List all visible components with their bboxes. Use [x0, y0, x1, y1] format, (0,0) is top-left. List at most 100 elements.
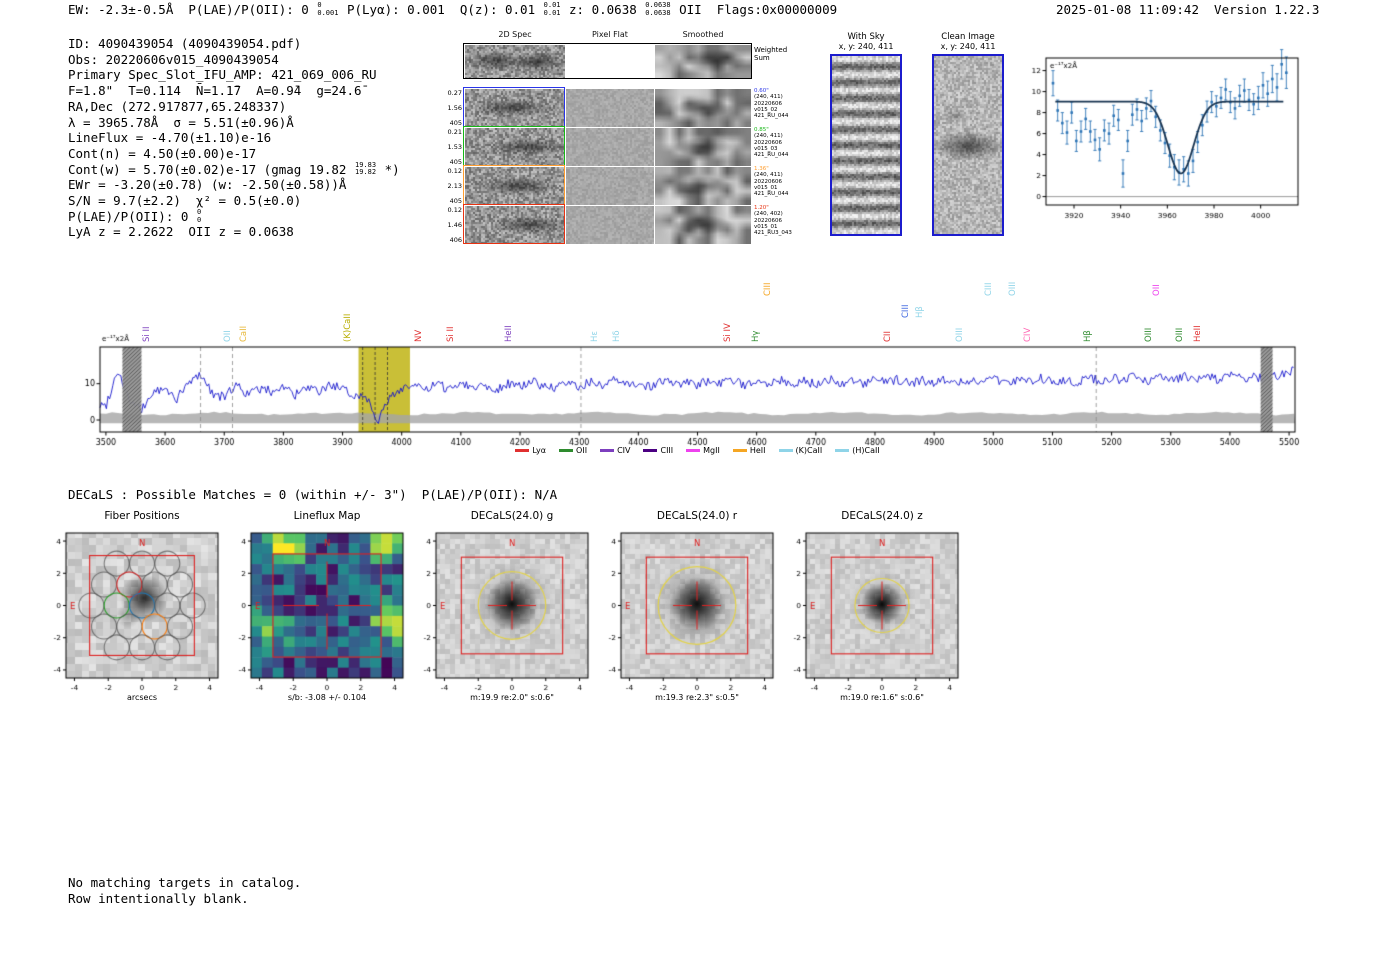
fiber-weight-value: 1.53: [447, 143, 462, 151]
stacked-bottom: 0.01: [543, 8, 561, 17]
cutout-panel-title: Fiber Positions: [104, 510, 180, 522]
summary-line: LineFlux = -4.70(±1.10)e-16: [68, 130, 400, 146]
text-segment: P(LAE)/P(OII): 0: [68, 208, 196, 224]
summary-line: Cont(n) = 4.50(±0.00)e-17: [68, 146, 400, 162]
fiber-2dspec-strip: [465, 206, 565, 244]
fiber-row-annotation: 0.60" (240, 411) 20220606 v015_02 421_RU_044: [754, 88, 814, 119]
text-segment: RA,Dec (272.917877,65.248337): [68, 98, 287, 114]
text-segment: F=1.8" T=0.114 N̄=1.1̄7 A=0.9̄4 g=24.6̄: [68, 83, 362, 99]
stacked-bottom: 0.001: [317, 8, 339, 17]
fiber-id-line: 421_RU_044: [754, 152, 789, 159]
fiber-row-annotation: 1.36" (240, 411) 20220606 v015_01 421_RU_044: [754, 166, 814, 197]
header-metrics: EW: -2.3±-0.5Å P(LAE)/P(OII): 0 0 0.001 P…: [68, 2, 837, 17]
cutout-canvas-image-3: [595, 524, 785, 696]
fiber-id-line: 421_RU3_043: [754, 230, 792, 237]
spectral-line-label: CIII: [984, 282, 995, 296]
fiber-smoothed-strip: [655, 167, 751, 205]
stacked-bottom: 0.0638: [645, 8, 671, 17]
with-sky-title: With Sky: [847, 32, 885, 42]
fiber-row-annotation: 0.85" (240, 411) 20220606 v015_03 421_RU_044: [754, 127, 814, 158]
fiber-row-weights: 0.21 1.53 405: [420, 128, 462, 166]
weighted-sum-label: Weighted Sum: [754, 46, 788, 62]
main-spectrum-canvas: [60, 330, 1310, 455]
text-segment: EW: -2.3±-0.5Å P(LAE)/P(OII): 0: [68, 2, 317, 17]
text-segment: LineFlux = -4.70(±1.10)e-16: [68, 130, 272, 146]
line-fit-canvas: [1028, 45, 1340, 237]
text-segment: S/N = 9.7(±2.2) χ² = 0.5(±0.0): [68, 193, 302, 209]
text-segment: Obs: 20220606v015_4090439054: [68, 51, 279, 67]
fiber-row-weights: 0.12 1.46 406: [420, 206, 462, 244]
stacked-value: 00: [196, 209, 202, 224]
summary-line: S/N = 9.7(±2.2) χ² = 0.5(±0.0): [68, 193, 400, 209]
stacked-value: 19.83 19.82: [354, 162, 377, 177]
fiber-id-line: 421_RU_044: [754, 191, 789, 198]
footer-no-match: No matching targets in catalog.: [68, 875, 302, 890]
text-segment: P(Lyα): 0.001 Q(z): 0.01: [339, 2, 543, 17]
cutout-canvas-lineflux-1: [225, 524, 415, 696]
summary-line: EWr = -3.20(±0.78) (w: -2.50(±0.58))Å: [68, 177, 400, 193]
stacked-bottom: 19.82: [354, 168, 377, 177]
clean-image-title: Clean Image: [941, 32, 995, 42]
summary-line: ID: 4090439054 (4090439054.pdf): [68, 36, 400, 52]
timestamp-version: 2025-01-08 11:09:42 Version 1.22.3: [1056, 2, 1320, 17]
col-header-smoothed: Smoothed: [682, 30, 724, 39]
fiber-2dspec-strip: [465, 167, 565, 205]
text-segment: Cont(w) = 5.70(±0.02)e-17 (gmag 19.82: [68, 161, 354, 177]
stacked-value: 0.01 0.01: [543, 2, 561, 17]
elixer-report-page: EW: -2.3±-0.5Å P(LAE)/P(OII): 0 0 0.001 P…: [0, 0, 1400, 953]
weighted-smoothed-strip: [655, 45, 751, 78]
weighted-2dspec-strip: [465, 45, 565, 78]
stacked-value: 0.0638 0.0638: [645, 2, 671, 17]
fiber-weight-value: 405: [449, 119, 462, 127]
with-sky-canvas: [832, 56, 900, 234]
fiber-row-weights: 0.12 2.13 405: [420, 167, 462, 205]
spectral-line-label: CIII: [901, 304, 912, 318]
fiber-weight-value: 0.12: [447, 167, 462, 175]
stacked-bottom: 0: [196, 215, 202, 224]
fiber-smoothed-strip: [655, 206, 751, 244]
summary-line: Cont(w) = 5.70(±0.02)e-17 (gmag 19.82 19…: [68, 162, 400, 178]
fiber-weight-value: 1.56: [447, 104, 462, 112]
fiber-pixelflat-strip: [566, 89, 654, 127]
with-sky-coords: x, y: 240, 411: [838, 42, 894, 51]
text-segment: Cont(n) = 4.50(±0.00)e-17: [68, 145, 257, 161]
detection-summary: ID: 4090439054 (4090439054.pdf) Obs: 2022…: [68, 36, 400, 240]
fiber-id-line: 421_RU_044: [754, 113, 789, 120]
summary-line: λ = 3965.78Å σ = 5.51(±0.96)Å: [68, 115, 400, 131]
spectral-line-label: OIII: [1008, 281, 1019, 296]
cutout-canvas-image-2: [410, 524, 600, 696]
fiber-smoothed-strip: [655, 89, 751, 127]
text-segment: λ = 3965.78Å σ = 5.51(±0.96)Å: [68, 114, 294, 130]
cutout-panel-title: Lineflux Map: [293, 510, 361, 522]
summary-line: Obs: 20220606v015_4090439054: [68, 52, 400, 68]
text-segment: ID: 4090439054 (4090439054.pdf): [68, 36, 302, 51]
summary-line: Primary Spec_Slot_IFU_AMP: 421_069_006_R…: [68, 67, 400, 83]
fiber-weight-value: 405: [449, 197, 462, 205]
clean-image-coords: x, y: 240, 411: [940, 42, 996, 51]
text-segment: EWr = -3.20(±0.78) (w: -2.50(±0.58))Å: [68, 177, 347, 193]
cutout-panel-title: DECaLS(24.0) r: [656, 510, 738, 522]
fiber-pixelflat-strip: [566, 206, 654, 244]
summary-line: RA,Dec (272.917877,65.248337): [68, 99, 400, 115]
text-segment: z: 0.0638: [561, 2, 645, 17]
decals-matches-header: DECaLS : Possible Matches = 0 (within +/…: [68, 487, 558, 502]
summary-line: LyA z = 2.2622 OII z = 0.0638: [68, 224, 400, 240]
col-header-pixelflat: Pixel Flat: [592, 30, 628, 39]
fiber-smoothed-strip: [655, 128, 751, 166]
fiber-pixelflat-strip: [566, 128, 654, 166]
fiber-2dspec-strip: [465, 89, 565, 127]
spectral-line-label: OII: [1151, 284, 1162, 296]
footer-blank-row: Row intentionally blank.: [68, 891, 249, 906]
summary-line: F=1.8" T=0.114 N̄=1.1̄7 A=0.9̄4 g=24.6̄: [68, 83, 400, 99]
text-segment: LyA z = 2.2622 OII z = 0.0638: [68, 224, 294, 240]
text-segment: Primary Spec_Slot_IFU_AMP: 421_069_006_R…: [68, 67, 377, 83]
fiber-weight-value: 406: [449, 236, 462, 244]
spectral-line-label: CIII: [762, 282, 773, 296]
fiber-weight-value: 0.12: [447, 206, 462, 214]
cutout-panel-title: DECaLS(24.0) z: [841, 510, 923, 522]
cutout-panel-title: DECaLS(24.0) g: [470, 510, 554, 522]
col-header-2dspec: 2D Spec: [498, 30, 532, 39]
stacked-value: 0 0.001: [317, 2, 339, 17]
text-segment: OII Flags:0x00000009: [671, 2, 838, 17]
fiber-2dspec-strip: [465, 128, 565, 166]
